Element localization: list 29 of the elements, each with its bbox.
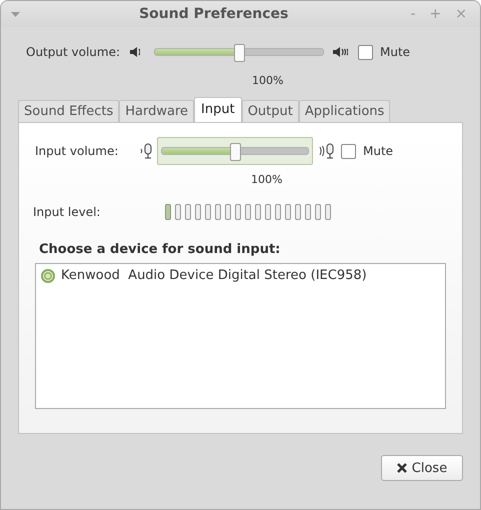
tab[interactable]: Applications	[298, 100, 390, 122]
microphone-icon	[139, 143, 153, 159]
menu-icon[interactable]	[11, 12, 20, 16]
mute-checkbox[interactable]	[358, 44, 373, 60]
slider-handle[interactable]	[230, 143, 241, 161]
window-title: Sound Preferences	[138, 6, 290, 22]
close-icon	[396, 463, 407, 473]
tab[interactable]: Input	[194, 97, 242, 123]
input-volume-label: Input volume:	[35, 144, 120, 158]
tab[interactable]: Output	[242, 100, 299, 122]
speaker-low-icon	[130, 46, 140, 58]
mute-label: Mute	[380, 45, 410, 59]
device-heading: Choose a device for sound input:	[39, 242, 282, 257]
volume-reading: 100%	[251, 173, 282, 186]
input-level-label: Input level:	[33, 205, 102, 219]
tab[interactable]: Hardware	[119, 100, 194, 122]
speaker-high-icon	[333, 46, 348, 58]
mute-checkbox[interactable]	[341, 144, 356, 158]
output-volume-label: Output volume:	[26, 45, 121, 59]
mute-label: Mute	[363, 144, 394, 158]
microphone-waves-icon	[318, 143, 336, 159]
device-item[interactable]: Kenwood Audio Device Digital Stereo (IEC958)	[36, 264, 445, 287]
volume-slider[interactable]	[154, 44, 324, 60]
tab[interactable]: Sound Effects	[18, 100, 120, 122]
radio-button[interactable]	[41, 268, 55, 282]
volume-reading: 100%	[252, 74, 284, 87]
slider-handle[interactable]	[234, 44, 245, 62]
close-button[interactable]: Close	[381, 455, 463, 481]
volume-slider[interactable]	[161, 143, 309, 159]
